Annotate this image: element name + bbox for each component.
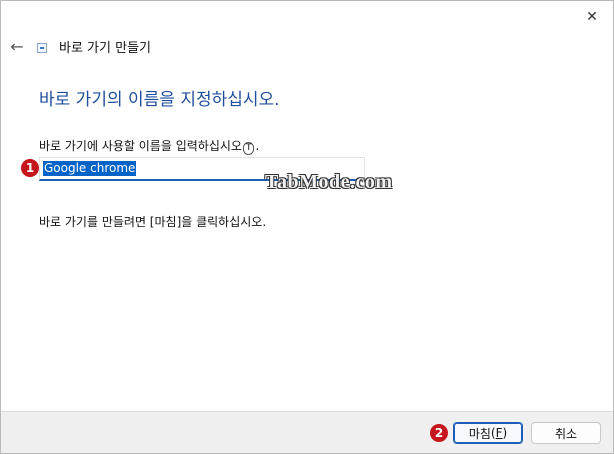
step-badge-2: 2 <box>430 424 448 442</box>
name-prompt-label: 바로 가기에 사용할 이름을 입력하십시오 T. <box>39 137 259 155</box>
prompt-suffix: . <box>255 139 260 153</box>
close-icon: ✕ <box>586 9 598 25</box>
shortcut-name-value: Google chrome <box>43 161 137 176</box>
close-button[interactable]: ✕ <box>577 5 607 29</box>
dialog-footer: 마침(F) 취소 <box>1 411 613 453</box>
prompt-text: 바로 가기에 사용할 이름을 입력하십시오 <box>39 139 242 153</box>
step-badge-1: 1 <box>21 159 39 177</box>
page-heading: 바로 가기의 이름을 지정하십시오. <box>39 90 280 110</box>
shortcut-wizard-icon <box>37 43 47 53</box>
finish-button-label: 마침 <box>468 426 491 441</box>
prompt-access-key: T <box>242 142 255 155</box>
watermark: TabMode.com <box>265 171 393 193</box>
back-arrow-icon: ← <box>10 36 24 56</box>
window-title: 바로 가기 만들기 <box>59 41 151 56</box>
finish-instruction: 바로 가기를 만들려면 [마침]을 클릭하십시오. <box>39 215 267 229</box>
create-shortcut-dialog: ✕ ← 바로 가기 만들기 바로 가기의 이름을 지정하십시오. 바로 가기에 … <box>0 0 614 454</box>
back-button[interactable]: ← <box>7 36 27 56</box>
cancel-button[interactable]: 취소 <box>531 422 601 444</box>
cancel-button-label: 취소 <box>554 426 578 441</box>
finish-access-key: F <box>495 426 503 440</box>
finish-button[interactable]: 마침(F) <box>453 422 523 444</box>
